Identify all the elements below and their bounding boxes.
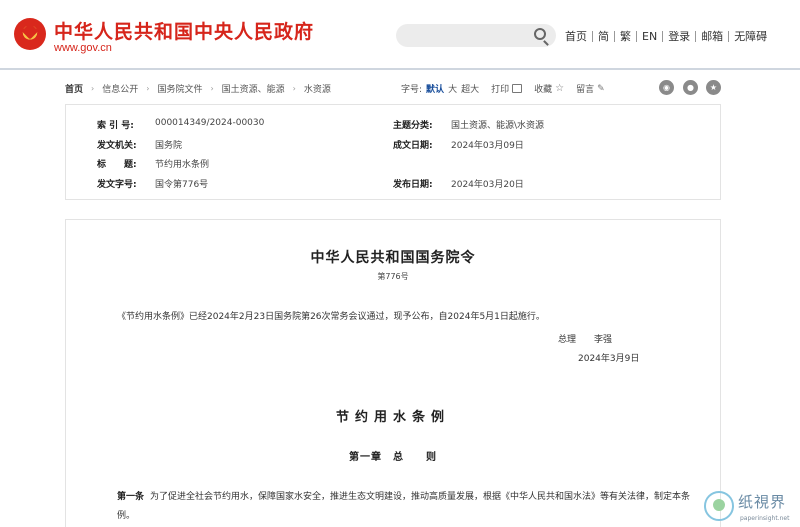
top-link-english[interactable]: EN (637, 30, 662, 43)
article-number: 第一条 (117, 492, 145, 502)
meta-value: 国务院 (155, 141, 183, 151)
font-size-label: 字号: (401, 85, 423, 95)
meta-value[interactable]: 国土资源、能源\水资源 (451, 118, 544, 131)
meta-issuer: 发文机关: 国务院 (97, 138, 182, 151)
watermark-url: paperinsight.net (740, 515, 790, 522)
top-link-mail[interactable]: 邮箱 (696, 28, 728, 44)
favorite-button[interactable]: 收藏 ☆ (534, 82, 564, 95)
breadcrumb-item-home[interactable]: 首页 (65, 82, 91, 95)
favorite-label: 收藏 (534, 85, 553, 95)
breadcrumb-item-info[interactable]: 信息公开 (94, 82, 146, 95)
site-domain: www.gov.cn (54, 42, 112, 54)
signer: 总理 李强 (558, 335, 613, 345)
pencil-icon: ✎ (597, 83, 605, 94)
meta-value: 国令第776号 (155, 180, 209, 190)
font-size-xlarge[interactable]: 超大 (461, 82, 479, 95)
article-paragraph: 第一条 为了促进全社会节约用水，保障国家水安全，推进生态文明建设，推动高质量发展，… (117, 488, 697, 526)
order-title: 中华人民共和国国务院令 (310, 250, 476, 266)
top-links: 首页 简 繁 EN 登录 邮箱 无障碍 (565, 28, 772, 44)
meta-label: 索 引 号: (97, 121, 134, 131)
intro-paragraph: 《节约用水条例》已经2024年2月23日国务院第26次常务会议通过，现予公布，自… (117, 312, 545, 322)
top-link-home[interactable]: 首页 (565, 28, 592, 44)
meta-value: 2024年03月20日 (451, 180, 524, 190)
header-divider (0, 68, 800, 70)
meta-label: 主题分类: (393, 121, 433, 131)
breadcrumb-item-docs[interactable]: 国务院文件 (149, 82, 210, 95)
breadcrumb: 首页 › 信息公开 › 国务院文件 › 国土资源、能源 › 水资源 (65, 82, 339, 95)
sign-date: 2024年3月9日 (578, 354, 640, 364)
article-text: 为了促进全社会节约用水，保障国家水安全，推进生态文明建设，推动高质量发展，根据《… (117, 492, 691, 521)
weibo-icon[interactable]: ◉ (659, 80, 674, 95)
print-button[interactable]: 打印 (491, 82, 523, 95)
meta-title: 标 题: 节约用水条例 (97, 157, 209, 170)
printer-icon (512, 84, 523, 93)
meta-docno: 发文字号: 国令第776号 (97, 177, 208, 190)
meta-label: 标 题: (97, 160, 137, 170)
favorite-star-icon[interactable]: ★ (706, 80, 721, 95)
breadcrumb-item-category[interactable]: 国土资源、能源 (214, 82, 293, 95)
order-number: 第776号 (377, 272, 409, 281)
top-link-accessibility[interactable]: 无障碍 (729, 28, 772, 44)
top-link-simplified[interactable]: 简 (593, 28, 614, 44)
meta-label: 发文机关: (97, 141, 137, 151)
comment-label: 留言 (576, 85, 595, 95)
print-label: 打印 (491, 85, 510, 95)
chapter-heading: 第一章 总 则 (349, 452, 437, 463)
wechat-icon[interactable]: ● (683, 80, 698, 95)
search-input[interactable] (396, 24, 556, 47)
meta-topic: 主题分类: 国土资源、能源\水资源 (393, 118, 544, 131)
breadcrumb-item-water[interactable]: 水资源 (296, 82, 339, 95)
meta-published: 发布日期: 2024年03月20日 (393, 177, 524, 190)
top-link-login[interactable]: 登录 (663, 28, 695, 44)
site-header: 中华人民共和国中央人民政府 www.gov.cn 首页 简 繁 EN 登录 邮箱… (0, 0, 800, 68)
document-metadata: 索 引 号: 000014349/2024-00030 主题分类: 国土资源、能… (65, 104, 721, 200)
star-outline-icon: ☆ (555, 83, 565, 94)
search-icon[interactable] (534, 28, 546, 40)
article-toolbar: 字号: 默认 大 超大 打印 收藏 ☆ 留言 ✎ (401, 82, 605, 95)
national-emblem-icon[interactable] (14, 18, 46, 50)
meta-label: 成文日期: (393, 141, 433, 151)
meta-label: 发布日期: (393, 180, 433, 190)
regulation-title: 节约用水条例 (335, 410, 450, 425)
meta-value: 节约用水条例 (155, 160, 210, 170)
meta-created: 成文日期: 2024年03月09日 (393, 138, 524, 151)
meta-label: 发文字号: (97, 180, 137, 190)
watermark-name: 纸視界 (738, 493, 787, 511)
top-link-traditional[interactable]: 繁 (615, 28, 636, 44)
article-body: 中华人民共和国国务院令 第776号 《节约用水条例》已经2024年2月23日国务… (65, 219, 721, 527)
watermark-logo-icon (704, 491, 734, 521)
site-title[interactable]: 中华人民共和国中央人民政府 (54, 17, 314, 44)
font-size-default[interactable]: 默认 (426, 82, 444, 95)
watermark: 纸視界 paperinsight.net (700, 488, 800, 527)
font-size-large[interactable]: 大 (448, 82, 457, 95)
meta-index: 索 引 号: 000014349/2024-00030 (97, 118, 264, 131)
comment-button[interactable]: 留言 ✎ (576, 82, 605, 96)
meta-value: 000014349/2024-00030 (155, 118, 265, 128)
meta-value: 2024年03月09日 (451, 141, 524, 151)
